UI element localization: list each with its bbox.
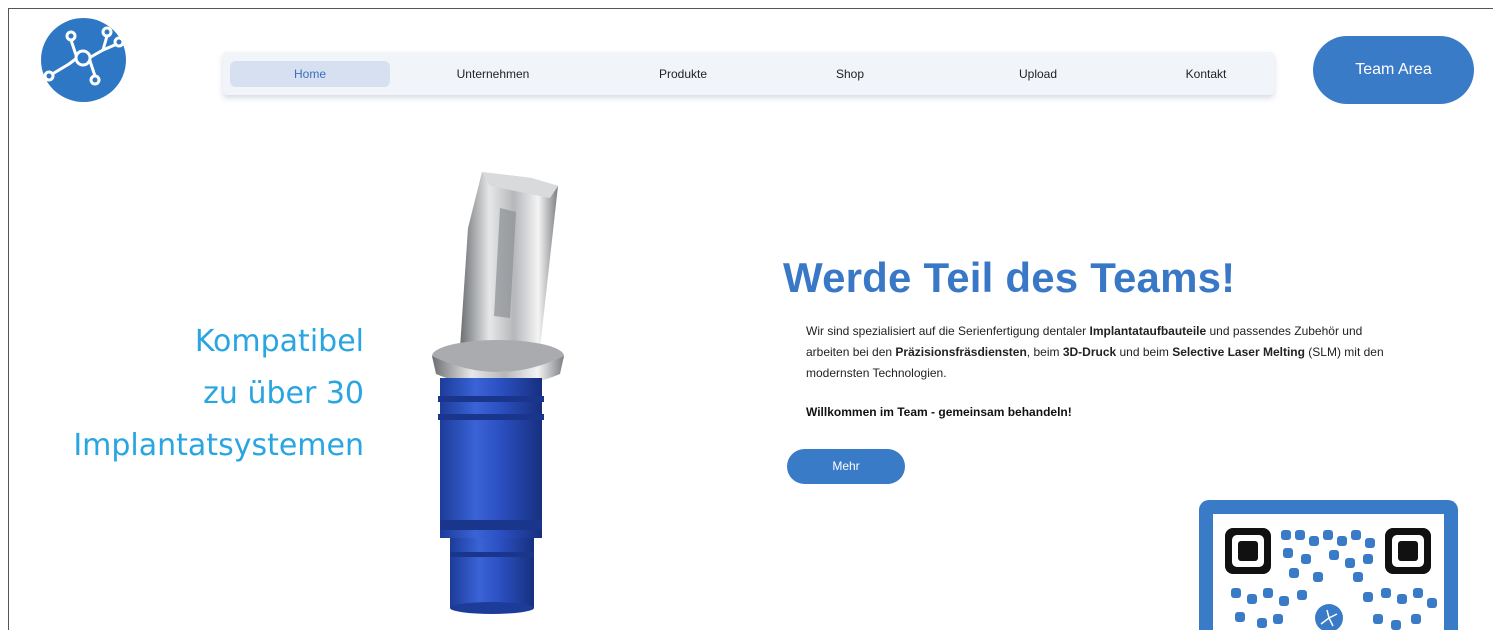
main-nav: Home Unternehmen Produkte Shop Upload Ko… (223, 52, 1274, 95)
qr-code-frame[interactable] (1199, 500, 1458, 630)
qr-code-area (1213, 514, 1444, 630)
tagline-line: Kompatibel (194, 324, 364, 359)
nav-upload[interactable]: Upload (958, 61, 1118, 87)
page-headline: Werde Teil des Teams! (783, 254, 1236, 301)
hero-tagline: Kompatibel zu über 30 Implantatsystemen (73, 316, 364, 472)
nav-produkte[interactable]: Produkte (603, 61, 763, 87)
nav-shop[interactable]: Shop (770, 61, 930, 87)
qr-code-icon (1225, 528, 1437, 630)
more-button[interactable]: Mehr (787, 449, 905, 484)
molecule-network-icon (43, 26, 125, 86)
nav-home[interactable]: Home (230, 61, 390, 87)
tagline-line: zu über 30 (203, 376, 364, 411)
tagline-line: Implantatsystemen (73, 428, 364, 463)
intro-paragraph: Wir sind spezialisiert auf die Serienfer… (806, 324, 1384, 380)
logo[interactable] (41, 18, 126, 102)
welcome-text: Willkommen im Team - gemeinsam behandeln… (806, 405, 1072, 419)
dental-abutment-image (432, 172, 564, 614)
team-area-button[interactable]: Team Area (1313, 36, 1474, 104)
nav-kontakt[interactable]: Kontakt (1126, 61, 1286, 87)
nav-unternehmen[interactable]: Unternehmen (413, 61, 573, 87)
